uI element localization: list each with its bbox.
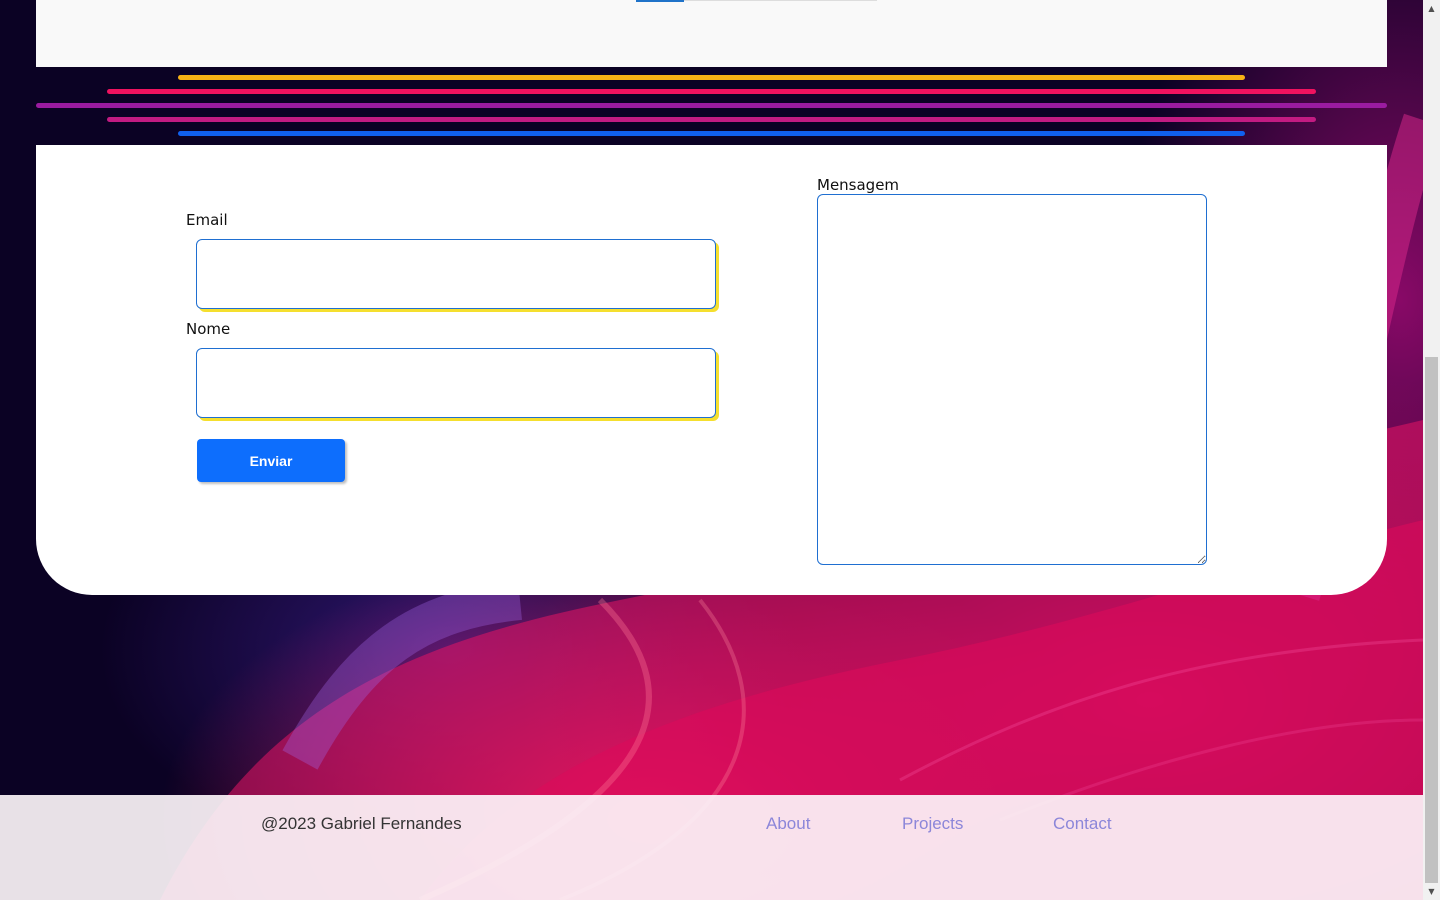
scroll-down-arrow-icon[interactable]: ▼	[1423, 883, 1440, 900]
name-field[interactable]	[196, 348, 716, 418]
name-label: Nome	[186, 320, 231, 338]
email-field[interactable]	[196, 239, 716, 309]
decorative-stripe-blue	[178, 131, 1245, 136]
footer: @2023 Gabriel Fernandes About Projects C…	[0, 795, 1423, 900]
decorative-stripe-purple	[36, 103, 1387, 108]
footer-link-about[interactable]: About	[766, 814, 810, 834]
email-label: Email	[186, 211, 228, 229]
page-scrollbar[interactable]: ▲ ▼	[1423, 0, 1440, 900]
footer-link-projects[interactable]: Projects	[902, 814, 963, 834]
footer-link-contact[interactable]: Contact	[1053, 814, 1112, 834]
message-field[interactable]	[817, 194, 1207, 565]
message-label: Mensagem	[817, 176, 900, 194]
contact-form-panel: Email Nome Enviar Mensagem	[36, 145, 1387, 595]
scrollbar-thumb[interactable]	[1425, 357, 1438, 883]
decorative-stripe-yellow	[178, 75, 1245, 80]
decorative-stripe-pink	[107, 89, 1316, 94]
carousel-indicator-active[interactable]	[636, 0, 684, 2]
scroll-up-arrow-icon[interactable]: ▲	[1423, 0, 1440, 17]
decorative-stripe-magenta	[107, 117, 1316, 122]
footer-copyright: @2023 Gabriel Fernandes	[261, 814, 462, 833]
top-section-panel	[36, 0, 1387, 67]
submit-button[interactable]: Enviar	[197, 439, 345, 482]
